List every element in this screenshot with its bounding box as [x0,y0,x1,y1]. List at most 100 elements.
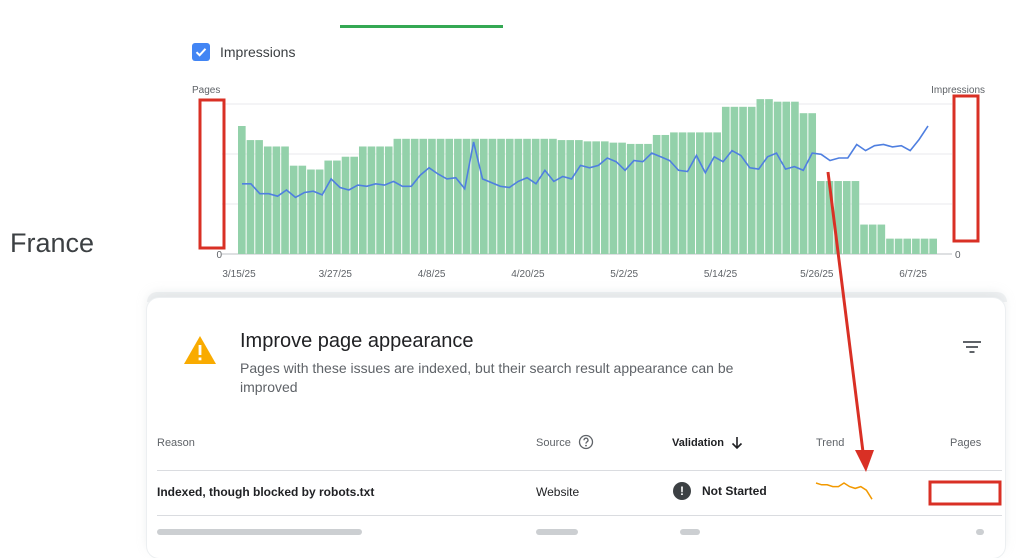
row-pages-cropped [976,529,984,535]
x-axis-tick-label: 3/27/25 [319,269,353,280]
pages-bar [341,156,350,254]
pages-bar [428,138,436,254]
pages-bar [583,141,592,254]
pages-bar [454,138,462,254]
pages-bar [713,132,721,254]
pages-bar [851,181,860,254]
pages-bar [920,238,929,254]
x-axis-tick-label: 4/20/25 [511,269,545,280]
pages-bar [652,134,661,254]
x-axis-tick-label: 5/2/25 [610,269,638,280]
pages-bar [471,138,479,254]
x-axis-tick-label: 4/8/25 [418,269,446,280]
pages-bar [410,138,419,254]
pages-impressions-chart: Pages Impressions 0 0 3/15/25 3/27/25 4/8/… [192,85,985,280]
row-divider [157,515,1002,516]
row-reason: Indexed, though blocked by robots.txt [157,485,375,499]
warning-icon [184,336,216,364]
row-validation-cropped [680,529,700,535]
pages-bar [747,106,756,254]
pages-bar [860,224,868,254]
pages-bar [238,126,246,254]
pages-bar [765,99,773,255]
pages-bar [497,138,505,254]
pages-bar [419,138,428,254]
pages-bar [436,138,445,254]
pages-bar [929,238,937,254]
pages-bar [696,132,704,254]
pages-bar [445,138,454,254]
row-validation-status: Not Started [702,484,767,498]
column-header-validation[interactable]: Validation [672,437,724,449]
pages-bar [670,132,678,254]
pages-bar [263,146,272,254]
pages-bar [315,169,324,254]
filter-icon[interactable] [962,340,982,354]
not-started-status-icon: ! [673,482,691,500]
pages-bar [531,138,540,254]
pages-bar [540,138,549,254]
row-trend-sparkline [815,482,873,500]
panel-subtitle: Pages with these issues are indexed, but… [240,360,734,395]
pages-bar [488,138,497,254]
pages-bar [808,113,817,254]
x-axis-tick-label: 3/15/25 [222,269,256,280]
pages-bar [618,142,626,254]
pages-bar [376,146,384,254]
pages-bar [894,238,903,254]
pages-bar [817,181,825,254]
pages-bar [246,140,255,254]
sort-down-arrow-icon[interactable] [731,436,743,450]
pages-bar [272,146,281,254]
pages-bar [333,160,341,254]
row-source: Website [536,485,580,499]
column-header-source[interactable]: Source [536,437,571,449]
left-axis-zero-tick: 0 [216,250,222,261]
pages-bar [281,146,289,254]
row-reason-cropped [157,529,362,535]
pages-bar [834,181,842,254]
pages-bar [886,238,894,254]
pages-bar [730,106,739,254]
x-axis-tick-label: 5/14/25 [704,269,738,280]
pages-bar [877,224,886,254]
pages-bar [549,138,557,254]
row-divider [157,470,1002,471]
right-axis-zero-tick: 0 [955,250,961,261]
pages-bar [842,181,851,254]
pages-bar [384,146,393,254]
pages-bar [825,181,834,254]
pages-bar [566,140,575,254]
help-icon[interactable] [578,434,594,450]
column-header-reason[interactable]: Reason [157,437,195,449]
pages-bar [903,238,912,254]
column-header-trend[interactable]: Trend [816,437,844,449]
pages-bar [704,132,713,254]
pages-bar [575,140,583,254]
x-axis-tick-label: 5/26/25 [800,269,834,280]
pages-bar [402,138,410,254]
row-source-cropped [536,529,578,535]
right-axis-title: Impressions [931,85,985,96]
x-axis-ticks: 3/15/25 3/27/25 4/8/25 4/20/25 5/2/25 5/14/25… [222,269,927,280]
pages-bar [782,101,791,255]
pages-bar [868,224,877,254]
pages-bar [721,106,730,254]
pages-bar [462,138,471,254]
pages-bar [557,140,566,254]
pages-bar [514,138,523,254]
pages-bar [255,140,263,254]
column-header-pages[interactable]: Pages [950,437,981,449]
pages-bar [661,134,670,254]
pages-bar [739,106,747,254]
pages-bar [791,101,799,255]
x-axis-tick-label: 6/7/25 [899,269,927,280]
pages-bar [358,146,367,254]
pages-bar [756,99,765,255]
pages-bar [799,113,808,254]
pages-bar [367,146,376,254]
pages-bar-series [238,99,937,255]
pages-bar [307,169,315,254]
pages-bar [773,101,782,255]
left-axis-title: Pages [192,85,220,96]
